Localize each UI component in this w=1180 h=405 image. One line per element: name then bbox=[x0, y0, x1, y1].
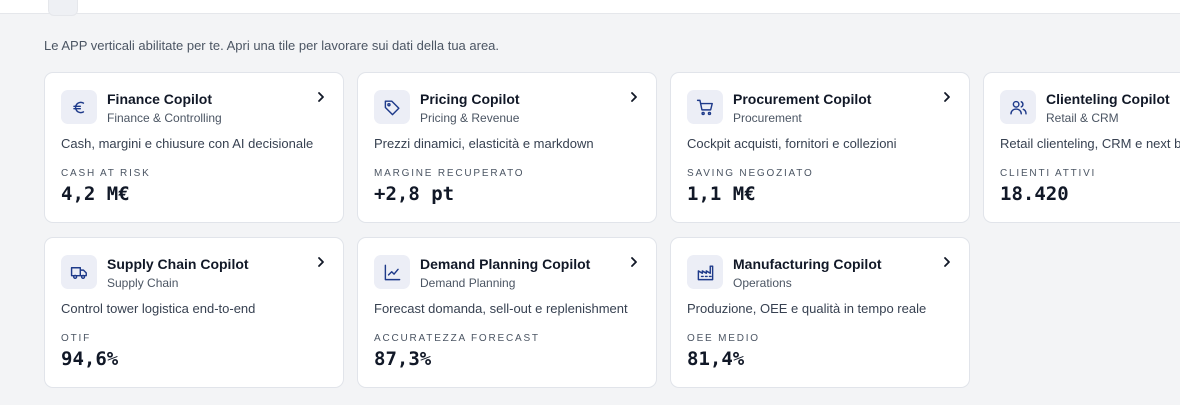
app-description: Prezzi dinamici, elasticità e markdown bbox=[374, 136, 594, 151]
app-description: Retail clienteling, CRM e next be bbox=[1000, 136, 1180, 151]
kpi-label: OTIF bbox=[61, 333, 91, 344]
app-area: Procurement bbox=[733, 111, 802, 125]
app-tile-manufacturing[interactable]: Manufacturing Copilot Operations Produzi… bbox=[670, 237, 970, 388]
app-description: Cash, margini e chiusure con AI decision… bbox=[61, 136, 314, 151]
app-description: Produzione, OEE e qualità in tempo reale bbox=[687, 301, 927, 316]
avatar[interactable] bbox=[48, 0, 78, 16]
app-area: Pricing & Revenue bbox=[420, 111, 520, 125]
app-description: Forecast domanda, sell-out e replenishme… bbox=[374, 301, 628, 316]
chevron-right-icon bbox=[944, 257, 950, 267]
app-area: Supply Chain bbox=[107, 276, 179, 290]
kpi-value: 18.420 bbox=[1000, 183, 1069, 205]
kpi-label: ACCURATEZZA FORECAST bbox=[374, 333, 540, 344]
page-intro: Le APP verticali abilitate per te. Apri … bbox=[44, 38, 500, 53]
chevron-right-icon bbox=[631, 92, 637, 102]
app-title: Manufacturing Copilot bbox=[733, 256, 882, 272]
app-description: Cockpit acquisti, fornitori e collezioni bbox=[687, 136, 897, 151]
kpi-label: CLIENTI ATTIVI bbox=[1000, 168, 1097, 179]
kpi-value: 1,1 M€ bbox=[687, 183, 756, 205]
app-area: Operations bbox=[733, 276, 792, 290]
chevron-right-icon bbox=[631, 257, 637, 267]
euro-icon bbox=[61, 90, 97, 124]
tag-icon bbox=[374, 90, 410, 124]
kpi-value: 87,3% bbox=[374, 348, 432, 370]
chevron-right-icon bbox=[944, 92, 950, 102]
app-tile-supply-chain[interactable]: Supply Chain Copilot Supply Chain Contro… bbox=[44, 237, 344, 388]
app-area: Finance & Controlling bbox=[107, 111, 222, 125]
kpi-label: SAVING NEGOZIATO bbox=[687, 168, 814, 179]
truck-icon bbox=[61, 255, 97, 289]
app-tile-procurement[interactable]: Procurement Copilot Procurement Cockpit … bbox=[670, 72, 970, 223]
app-tile-pricing[interactable]: Pricing Copilot Pricing & Revenue Prezzi… bbox=[357, 72, 657, 223]
app-tile-demand-planning[interactable]: Demand Planning Copilot Demand Planning … bbox=[357, 237, 657, 388]
app-area: Retail & CRM bbox=[1046, 111, 1119, 125]
kpi-value: 81,4% bbox=[687, 348, 745, 370]
app-title: Finance Copilot bbox=[107, 91, 212, 107]
kpi-value: +2,8 pt bbox=[374, 183, 455, 205]
chevron-right-icon bbox=[318, 92, 324, 102]
kpi-label: OEE MEDIO bbox=[687, 333, 760, 344]
trend-chart-icon bbox=[374, 255, 410, 289]
factory-icon bbox=[687, 255, 723, 289]
app-tile-clienteling[interactable]: Clienteling Copilot Retail & CRM Retail … bbox=[983, 72, 1180, 223]
app-title: Procurement Copilot bbox=[733, 91, 872, 107]
kpi-value: 94,6% bbox=[61, 348, 119, 370]
app-title: Supply Chain Copilot bbox=[107, 256, 249, 272]
kpi-value: 4,2 M€ bbox=[61, 183, 130, 205]
kpi-label: CASH AT RISK bbox=[61, 168, 151, 179]
app-title: Clienteling Copilot bbox=[1046, 91, 1170, 107]
users-icon bbox=[1000, 90, 1036, 124]
chevron-right-icon bbox=[318, 257, 324, 267]
app-tile-finance[interactable]: Finance Copilot Finance & Controlling Ca… bbox=[44, 72, 344, 223]
app-title: Pricing Copilot bbox=[420, 91, 520, 107]
app-description: Control tower logistica end-to-end bbox=[61, 301, 256, 316]
app-area: Demand Planning bbox=[420, 276, 516, 290]
app-title: Demand Planning Copilot bbox=[420, 256, 591, 272]
kpi-label: MARGINE RECUPERATO bbox=[374, 168, 525, 179]
top-bar bbox=[0, 0, 1180, 16]
cart-icon bbox=[687, 90, 723, 124]
